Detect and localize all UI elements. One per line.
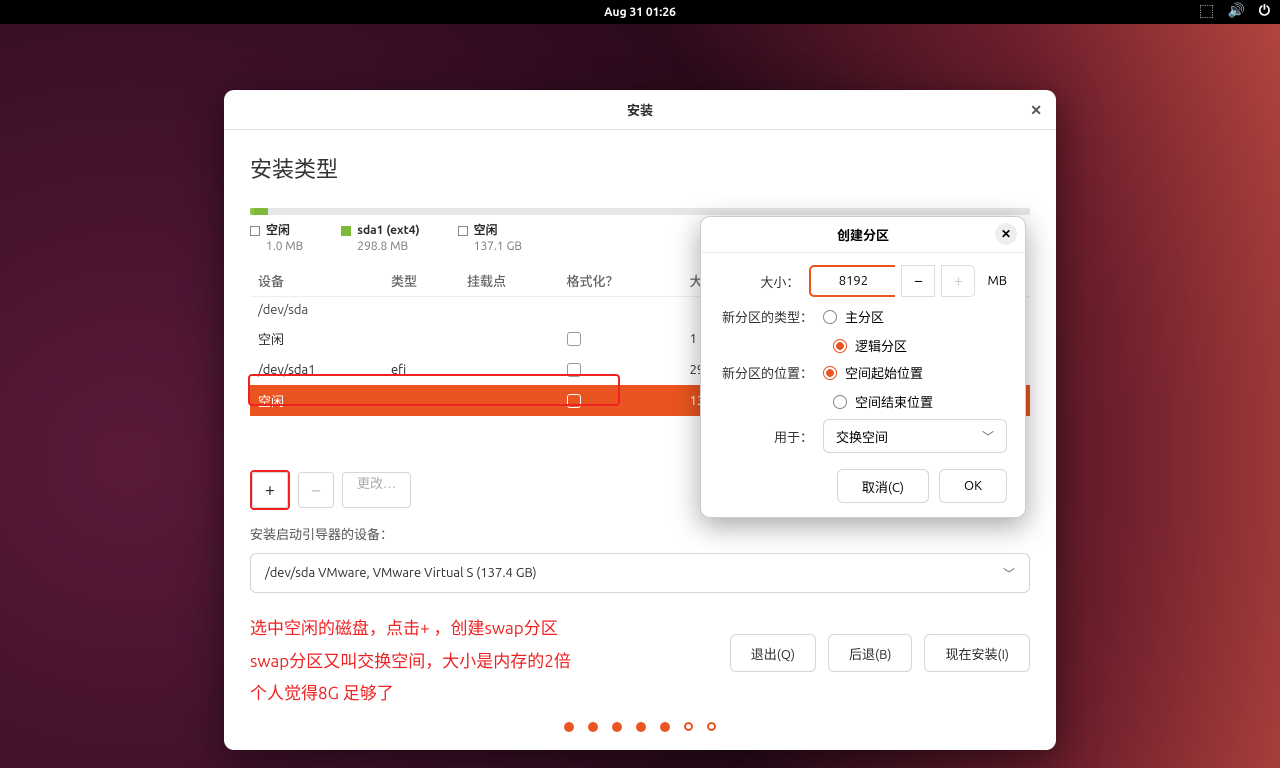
volume-icon[interactable]: 🔊 [1227,2,1244,22]
format-checkbox[interactable] [567,332,581,346]
location-end-radio[interactable]: 空间结束位置 [719,392,1007,411]
bootloader-value: /dev/sda VMware, VMware Virtual S (137.4… [265,566,537,580]
chevron-down-icon: ﹀ [982,428,994,445]
format-checkbox[interactable] [567,394,581,408]
page-title: 安装类型 [250,152,1030,184]
legend-free2-name: 空闲 [474,223,498,239]
close-icon[interactable]: ✕ [1030,102,1042,119]
use-as-label: 用于： [719,427,823,446]
cancel-button[interactable]: 取消(C) [837,469,929,503]
power-icon[interactable]: ⏻ [1259,2,1270,22]
bootloader-select[interactable]: /dev/sda VMware, VMware Virtual S (137.4… [250,553,1030,593]
system-top-bar: Aug 31 01:26 ⬚ 🔊 ⏻ [0,0,1280,24]
create-partition-dialog: 创建分区 ✕ 大小： − + MB 新分区的类型： 主分区 逻辑分区 新分区的位… [700,216,1026,518]
col-mount: 挂载点 [459,265,559,297]
window-title: 安装 [627,100,653,119]
system-tray: ⬚ 🔊 ⏻ [1199,2,1270,22]
wizard-buttons: 退出(Q) 后退(B) 现在安装(I) [730,634,1030,672]
close-icon[interactable]: ✕ [995,223,1017,245]
chevron-down-icon: ﹀ [1003,565,1015,582]
quit-button[interactable]: 退出(Q) [730,634,816,672]
dialog-titlebar: 创建分区 ✕ [701,217,1025,253]
progress-dots [224,722,1056,732]
format-checkbox[interactable] [567,363,581,377]
dialog-title: 创建分区 [837,225,889,244]
type-label: 新分区的类型： [719,307,823,326]
use-as-select[interactable]: 交换空间 ﹀ [823,419,1007,453]
size-unit: MB [987,274,1007,288]
install-now-button[interactable]: 现在安装(I) [924,634,1030,672]
change-partition-button[interactable]: 更改… [342,472,411,508]
type-primary-radio[interactable]: 主分区 [823,307,884,326]
col-type: 类型 [383,265,459,297]
type-logical-radio[interactable]: 逻辑分区 [719,336,1007,355]
remove-partition-button[interactable]: − [298,472,334,508]
size-increment-button[interactable]: + [941,265,975,297]
col-format: 格式化？ [559,265,682,297]
legend-sda1-size: 298.8 MB [357,239,419,255]
bootloader-label: 安装启动引导器的设备： [250,524,1030,543]
size-decrement-button[interactable]: − [901,265,935,297]
ok-button[interactable]: OK [939,469,1007,503]
legend-free2-size: 137.1 GB [474,239,522,255]
network-icon[interactable]: ⬚ [1199,2,1213,22]
location-label: 新分区的位置： [719,363,823,382]
partition-size-input[interactable] [809,265,895,297]
size-label: 大小： [719,272,809,291]
legend-free1-size: 1.0 MB [266,239,303,255]
location-begin-radio[interactable]: 空间起始位置 [823,363,923,382]
clock-text: Aug 31 01:26 [604,6,676,19]
window-titlebar: 安装 ✕ [224,90,1056,130]
legend-free1-name: 空闲 [266,223,290,239]
add-partition-button[interactable]: + [252,472,288,508]
use-as-value: 交换空间 [836,427,888,446]
disk-usage-bar [250,208,1030,215]
col-device: 设备 [250,265,383,297]
back-button[interactable]: 后退(B) [828,634,912,672]
legend-sda1-name: sda1 (ext4) [357,223,419,239]
